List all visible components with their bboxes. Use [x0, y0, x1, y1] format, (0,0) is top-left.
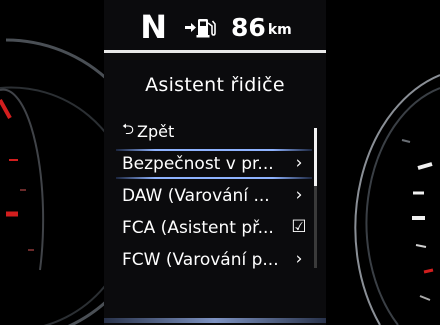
return-arrow-icon: ⮌ [122, 119, 135, 138]
range-value: 86 [231, 12, 266, 42]
menu-item-label: Bezpečnost v pr... [122, 153, 274, 174]
right-gauge [354, 74, 440, 325]
range-unit: km [267, 22, 292, 38]
back-label: Zpět [137, 121, 175, 141]
scrollbar-thumb[interactable] [314, 128, 317, 186]
chevron-right-icon: › [295, 185, 303, 205]
menu-item-label: DAW (Varování ... [122, 185, 270, 206]
menu-item-bezpecnost[interactable]: Bezpečnost v pr... › [104, 148, 326, 179]
checkbox-checked-icon[interactable]: ☑ [290, 217, 308, 237]
menu-item-fcw[interactable]: FCW (Varování p... › [104, 244, 326, 275]
menu-title: Asistent řidiče [145, 74, 285, 96]
menu-item-label: FCA (Asistent př... [122, 217, 274, 238]
bottom-accent-bar [104, 318, 326, 323]
chevron-right-icon: › [295, 249, 303, 269]
status-bar: N 86 km [104, 8, 326, 46]
cluster-display: N 86 km Asistent řidiče ⮌ Zpět Bezpečnos… [104, 0, 326, 325]
fuel-pump-arrow-icon [183, 15, 217, 39]
menu-item-fca[interactable]: FCA (Asistent př... ☑ [104, 212, 326, 243]
gear-indicator: N [140, 8, 168, 46]
chevron-right-icon: › [295, 153, 303, 173]
menu-item-daw[interactable]: DAW (Varování ... › [104, 180, 326, 211]
menu-item-label: FCW (Varování p... [122, 249, 279, 270]
back-menu-item[interactable]: ⮌ Zpět [122, 120, 174, 142]
menu-list: Bezpečnost v pr... › DAW (Varování ... ›… [104, 148, 326, 276]
header-divider [104, 50, 326, 53]
